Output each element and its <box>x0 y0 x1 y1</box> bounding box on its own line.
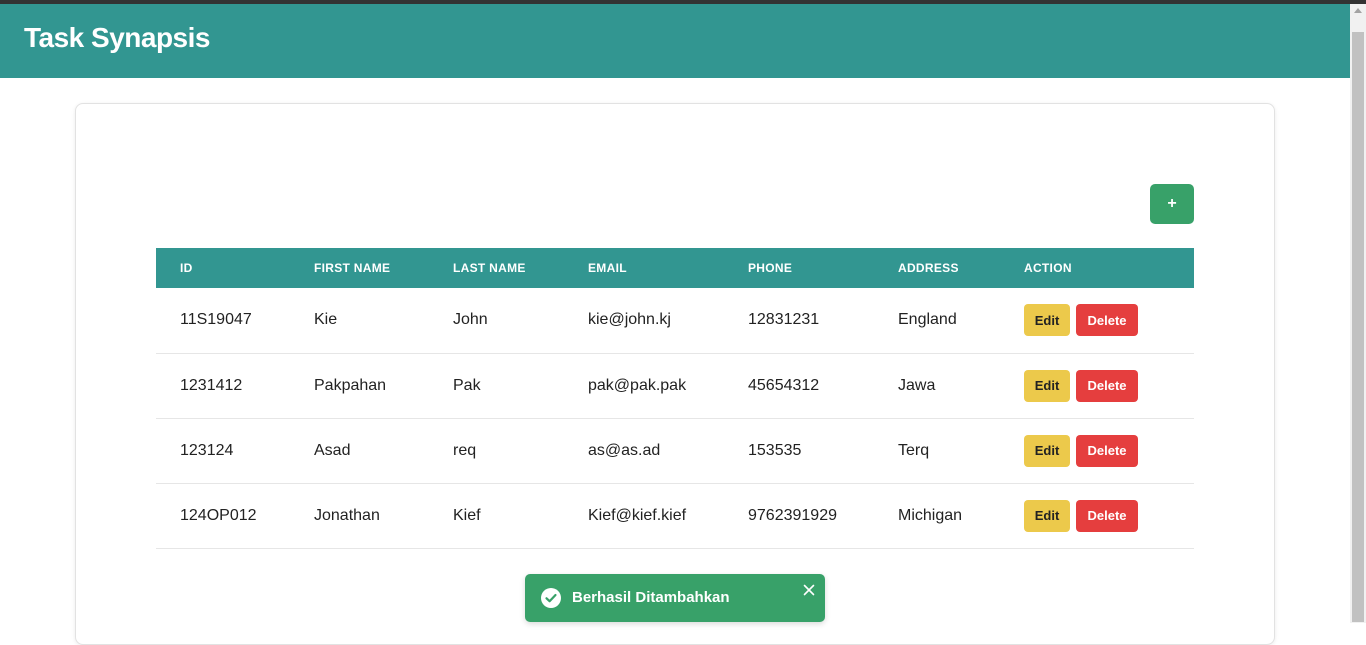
table-row: 11S19047 Kie John kie@john.kj 12831231 E… <box>156 288 1194 353</box>
cell-address: England <box>898 311 957 329</box>
cell-first-name: Kie <box>314 311 338 329</box>
cell-email: pak@pak.pak <box>588 376 687 394</box>
cell-first-name: Jonathan <box>314 506 380 524</box>
check-circle-icon <box>541 588 561 608</box>
column-header-phone: PHONE <box>748 261 793 275</box>
cell-action: Edit Delete <box>1000 288 1194 353</box>
close-icon[interactable] <box>801 582 817 598</box>
column-header-last-name: LAST NAME <box>453 261 526 275</box>
cell-last-name: req <box>453 441 477 459</box>
cell-id: 123124 <box>180 441 234 459</box>
cell-email: Kief@kief.kief <box>588 506 687 524</box>
delete-button[interactable]: Delete <box>1076 434 1138 467</box>
table-row: 123124 Asad req as@as.ad 153535 Terq Edi… <box>156 418 1194 483</box>
cell-phone: 153535 <box>748 441 802 459</box>
add-button[interactable]: + <box>1150 184 1194 224</box>
column-header-email: EMAIL <box>588 261 627 275</box>
column-header-action: ACTION <box>1024 261 1072 275</box>
cell-first-name: Asad <box>314 441 351 459</box>
cell-address: Michigan <box>898 506 963 524</box>
column-header-id: ID <box>180 261 193 275</box>
toast-message: Berhasil Ditambahkan <box>572 589 730 606</box>
cell-phone: 9762391929 <box>748 506 837 524</box>
cell-phone: 12831231 <box>748 311 820 329</box>
column-header-first-name: FIRST NAME <box>314 261 391 275</box>
delete-button[interactable]: Delete <box>1076 499 1138 532</box>
delete-button[interactable]: Delete <box>1076 369 1138 402</box>
cell-last-name: Kief <box>453 506 481 524</box>
app-title[interactable]: Task Synapsis <box>24 22 210 54</box>
cell-id: 1231412 <box>180 376 243 394</box>
success-toast: Berhasil Ditambahkan <box>525 574 825 622</box>
cell-action: Edit Delete <box>1000 353 1194 418</box>
cell-address: Jawa <box>898 376 936 394</box>
edit-button[interactable]: Edit <box>1024 304 1070 337</box>
cell-email: as@as.ad <box>588 441 661 459</box>
cell-action: Edit Delete <box>1000 483 1194 548</box>
cell-id: 124OP012 <box>180 506 257 524</box>
data-table: ID FIRST NAME LAST NAME EMAIL PHONE ADDR… <box>156 248 1194 549</box>
scroll-up-arrow-icon[interactable] <box>1354 8 1362 13</box>
column-header-address: ADDRESS <box>898 261 959 275</box>
navbar: Task Synapsis <box>0 4 1350 78</box>
cell-id: 11S19047 <box>180 311 252 329</box>
cell-first-name: Pakpahan <box>314 376 387 394</box>
edit-button[interactable]: Edit <box>1024 434 1070 467</box>
table-header-row: ID FIRST NAME LAST NAME EMAIL PHONE ADDR… <box>156 248 1194 288</box>
cell-action: Edit Delete <box>1000 418 1194 483</box>
scroll-thumb[interactable] <box>1352 32 1364 622</box>
cell-last-name: Pak <box>453 376 481 394</box>
edit-button[interactable]: Edit <box>1024 369 1070 402</box>
table-row: 1231412 Pakpahan Pak pak@pak.pak 4565431… <box>156 353 1194 418</box>
delete-button[interactable]: Delete <box>1076 304 1138 337</box>
cell-last-name: John <box>453 311 488 329</box>
cell-phone: 45654312 <box>748 376 820 394</box>
cell-email: kie@john.kj <box>588 311 671 329</box>
edit-button[interactable]: Edit <box>1024 499 1070 532</box>
cell-address: Terq <box>898 441 930 459</box>
table-row: 124OP012 Jonathan Kief Kief@kief.kief 97… <box>156 483 1194 548</box>
page-scrollbar[interactable] <box>1350 4 1366 623</box>
